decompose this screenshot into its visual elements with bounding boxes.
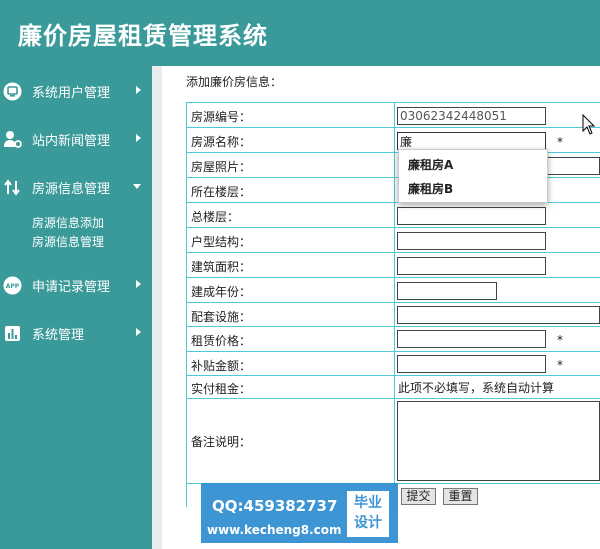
field-label: 总楼层： <box>191 210 240 224</box>
total-floors-input[interactable] <box>397 207 546 225</box>
required-mark: * <box>557 135 563 149</box>
field-label: 租赁价格： <box>191 334 252 348</box>
sidebar-item-label: 房源信息管理 <box>32 181 111 197</box>
remark-textarea[interactable] <box>397 401 600 481</box>
autocomplete-option[interactable]: 廉租房A <box>408 156 453 173</box>
sidebar-item-system-users[interactable]: 系统用户管理 <box>0 76 152 106</box>
house-id-input[interactable] <box>397 107 546 125</box>
content-gutter <box>152 66 162 549</box>
required-mark: * <box>557 358 563 372</box>
field-label: 建筑面积： <box>191 260 252 274</box>
page-heading: 添加廉价房信息： <box>186 75 283 89</box>
field-label: 实付租金： <box>191 382 252 396</box>
field-label: 房源名称： <box>191 135 252 149</box>
sidebar-item-label: 站内新闻管理 <box>32 133 111 149</box>
sidebar-item-house-info[interactable]: 房源信息管理 <box>0 172 152 202</box>
field-label: 所在楼层： <box>191 185 252 199</box>
layout-input[interactable] <box>397 232 546 250</box>
sidebar-item-applications[interactable]: APP 申请记录管理 <box>0 270 152 300</box>
chevron-right-icon <box>136 328 141 336</box>
field-label: 备注说明： <box>191 435 252 449</box>
area-input[interactable] <box>397 257 546 275</box>
field-label: 建成年份： <box>191 285 252 299</box>
field-label: 补贴金额： <box>191 359 252 373</box>
form-row-year: 建成年份： <box>187 278 600 303</box>
watermark-banner: QQ:459382737 www.kecheng8.com 毕业 设计 <box>201 483 398 543</box>
user-gear-icon <box>3 130 22 149</box>
sidebar-subitem-house-manage[interactable]: 房源信息管理 <box>32 233 104 250</box>
field-label: 配套设施： <box>191 310 252 324</box>
rent-price-input[interactable] <box>397 330 546 348</box>
autocomplete-option[interactable]: 廉租房B <box>408 180 453 197</box>
photo-input[interactable] <box>540 157 600 175</box>
reset-button[interactable]: 重置 <box>443 488 478 505</box>
submit-button[interactable]: 提交 <box>401 488 436 505</box>
sidebar-item-system[interactable]: 系统管理 <box>0 318 152 348</box>
bar-chart-icon <box>3 324 22 343</box>
monitor-icon <box>3 82 22 101</box>
sidebar-item-label: 系统管理 <box>32 327 85 343</box>
sidebar-subitem-house-add[interactable]: 房源信息添加 <box>32 214 104 231</box>
app-title: 廉价房屋租赁管理系统 <box>18 21 268 50</box>
field-label: 房源编号： <box>191 110 252 124</box>
watermark-qq: QQ:459382737 <box>212 497 338 515</box>
sidebar-item-label: 系统用户管理 <box>32 85 111 101</box>
chevron-right-icon <box>136 280 141 288</box>
watermark-badge: 毕业 设计 <box>347 491 389 537</box>
svg-text:APP: APP <box>6 283 20 290</box>
chevron-right-icon <box>136 134 141 142</box>
year-input[interactable] <box>397 282 497 300</box>
sidebar-item-label: 申请记录管理 <box>32 279 111 295</box>
app-icon: APP <box>3 276 22 295</box>
field-label: 户型结构： <box>191 235 252 249</box>
actual-rent-hint: 此项不必填写，系统自动计算 <box>398 381 555 395</box>
app-header: 廉价房屋租赁管理系统 <box>0 0 600 66</box>
watermark-badge-line2: 设计 <box>354 515 382 531</box>
watermark-url: www.kecheng8.com <box>207 523 342 537</box>
watermark-badge-line1: 毕业 <box>354 495 382 511</box>
required-mark: * <box>557 333 563 347</box>
sidebar: 系统用户管理 站内新闻管理 房源信息管理 房源信息添加 房源信息管理 APP 申… <box>0 66 152 549</box>
chevron-down-icon <box>133 184 141 189</box>
facilities-input[interactable] <box>397 306 600 324</box>
subsidy-input[interactable] <box>397 355 546 373</box>
mouse-cursor-icon <box>582 113 596 139</box>
autocomplete-dropdown: 廉租房A 廉租房B <box>398 149 548 203</box>
chevron-right-icon <box>136 86 141 94</box>
house-name-input[interactable] <box>397 132 546 150</box>
swap-arrows-icon <box>3 178 22 197</box>
field-label: 房屋照片： <box>191 160 252 174</box>
sidebar-item-news[interactable]: 站内新闻管理 <box>0 124 152 154</box>
